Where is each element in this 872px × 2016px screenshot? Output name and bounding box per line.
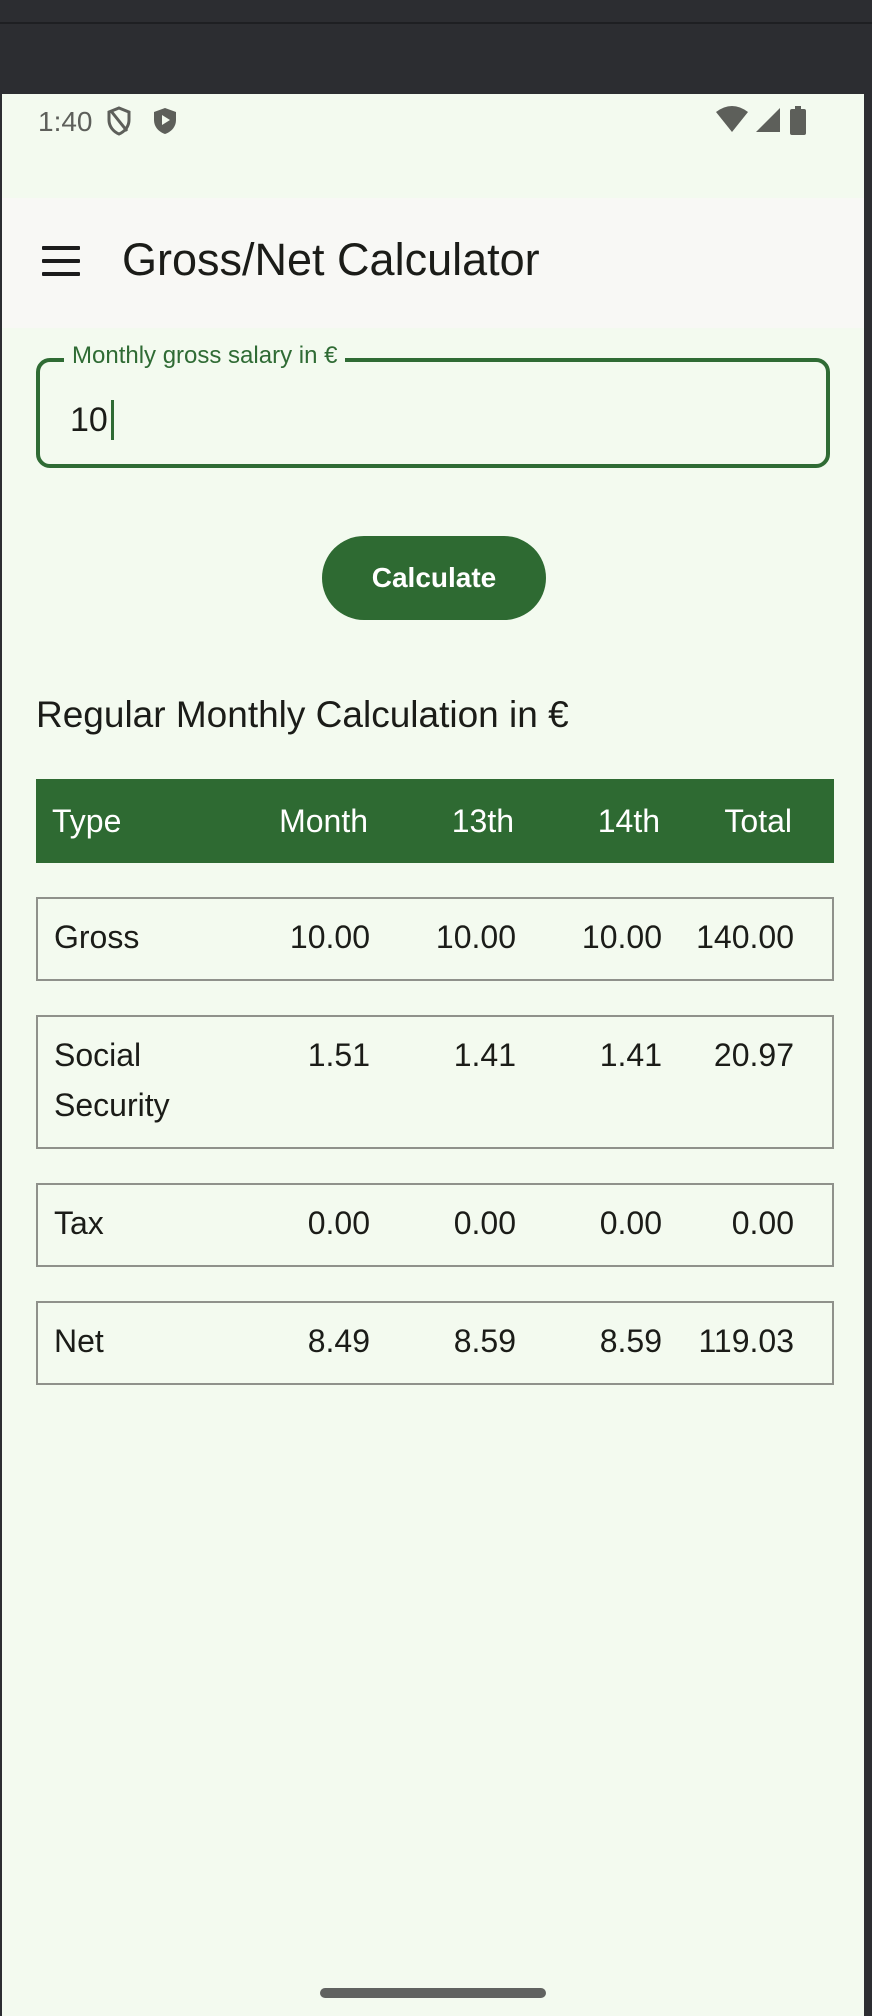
menu-icon[interactable] — [42, 246, 80, 278]
shield-play-icon — [154, 108, 176, 134]
row-13th: 8.59 — [453, 1323, 516, 1359]
row-13th: 0.00 — [453, 1205, 516, 1241]
row-14th: 1.41 — [599, 1037, 662, 1073]
row-14th: 8.59 — [599, 1323, 662, 1359]
app-bar: Gross/Net Calculator — [2, 198, 864, 328]
gross-salary-field[interactable]: Monthly gross salary in € 10 — [36, 342, 830, 468]
row-13th: 1.41 — [453, 1037, 516, 1073]
calculate-button[interactable]: Calculate — [322, 536, 546, 620]
column-header-13th: 13th — [451, 803, 514, 839]
column-header-type: Type — [52, 803, 122, 839]
column-header-total: Total — [724, 803, 792, 839]
section-title: Regular Monthly Calculation in € — [36, 694, 569, 735]
window-top-edge — [0, 22, 872, 24]
row-14th: 0.00 — [599, 1205, 662, 1241]
battery-icon — [790, 106, 806, 135]
row-type: Tax — [54, 1205, 104, 1241]
table-row-social-security: Social Security 1.51 1.41 1.41 20.97 — [36, 1015, 834, 1149]
phone-screen: 1:40 Gross/Net Calculator Monthly gross … — [2, 94, 864, 2016]
app-title: Gross/Net Calculator — [122, 234, 540, 285]
shield-icon — [107, 106, 131, 136]
row-13th: 10.00 — [435, 919, 516, 955]
wifi-icon — [716, 106, 748, 132]
table-row-net: Net 8.49 8.59 8.59 119.03 — [36, 1301, 834, 1385]
gross-salary-input[interactable]: 10 — [70, 400, 114, 440]
gross-salary-label: Monthly gross salary in € — [64, 342, 346, 370]
row-total: 20.97 — [713, 1037, 794, 1073]
column-header-month: Month — [279, 803, 368, 839]
home-indicator[interactable] — [320, 1988, 546, 1998]
row-type: Social Security — [54, 1037, 170, 1123]
row-total: 119.03 — [698, 1323, 795, 1359]
row-14th: 10.00 — [581, 919, 662, 955]
status-bar: 1:40 — [2, 94, 864, 194]
signal-icon — [756, 108, 780, 132]
row-total: 140.00 — [696, 919, 794, 955]
row-type: Net — [54, 1323, 104, 1359]
row-month: 8.49 — [307, 1323, 370, 1359]
row-month: 0.00 — [307, 1205, 370, 1241]
column-header-14th: 14th — [597, 803, 660, 839]
status-time: 1:40 — [38, 106, 93, 137]
row-month: 10.00 — [289, 919, 370, 955]
row-total: 0.00 — [731, 1205, 794, 1241]
table-row-tax: Tax 0.00 0.00 0.00 0.00 — [36, 1183, 834, 1267]
row-type: Gross — [54, 919, 140, 955]
table-row-gross: Gross 10.00 10.00 10.00 140.00 — [36, 897, 834, 981]
row-month: 1.51 — [307, 1037, 370, 1073]
table-header: Type Month 13th 14th Total — [36, 779, 834, 863]
